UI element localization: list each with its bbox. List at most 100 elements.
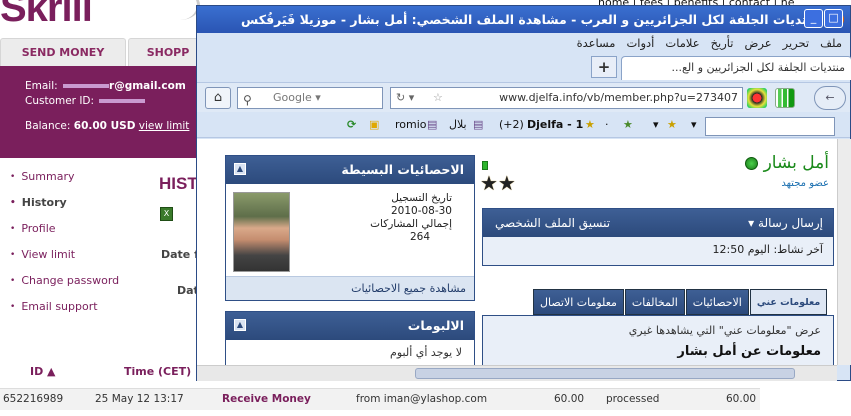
cell-type[interactable]: Receive Money bbox=[222, 389, 311, 410]
bookmark-overflow-count[interactable]: (+2) bbox=[499, 118, 524, 131]
menu-label: Change password bbox=[21, 274, 120, 287]
page-content: الاحصائيات البسيطة ▲ تاريخ التسجيل 2010-… bbox=[197, 139, 837, 365]
save-icon[interactable]: ▣ bbox=[369, 118, 379, 131]
refresh-green-icon[interactable]: ⟳ bbox=[347, 118, 356, 131]
stats-footer-link[interactable]: مشاهدة جميع الاحصائيات bbox=[226, 276, 474, 300]
menu-file[interactable]: ملف bbox=[820, 36, 842, 50]
dropdown-icon[interactable]: ▾ bbox=[653, 118, 659, 131]
vertical-scrollbar[interactable] bbox=[837, 139, 851, 365]
balance-value: 60.00 USD bbox=[73, 120, 136, 132]
url-bar[interactable]: ↻ ▾ ☆ www.djelfa.info/vb/member.php?u=27… bbox=[390, 87, 743, 109]
menu-bookmarks[interactable]: علامات bbox=[665, 36, 699, 50]
bullet-icon: • bbox=[10, 302, 16, 312]
menu-label: Summary bbox=[21, 170, 75, 183]
about-description: عرض "معلومات عني" التي يشاهدها غيري bbox=[628, 324, 821, 337]
contact-card-icon: ▤ bbox=[473, 118, 484, 131]
excel-export-icon[interactable]: X bbox=[160, 207, 173, 221]
table-header: ID ▲ Time (CET) bbox=[0, 365, 200, 383]
menu-help[interactable]: مساعدة bbox=[577, 36, 616, 50]
bullet-icon: • bbox=[10, 250, 16, 260]
home-button[interactable]: ⌂ bbox=[205, 87, 231, 109]
join-date: 2010-08-30 bbox=[390, 205, 452, 217]
addon-icons bbox=[747, 88, 795, 108]
tab-infractions[interactable]: المخالفات bbox=[624, 289, 685, 315]
collapse-icon[interactable]: ▲ bbox=[234, 163, 246, 175]
minimize-button[interactable]: _ bbox=[804, 9, 823, 28]
profile-actions-header: إرسال رسالة ▾ تنسيق الملف الشخصي bbox=[483, 209, 833, 237]
online-status-icon bbox=[744, 156, 758, 170]
bookmark-bilal[interactable]: بلال bbox=[449, 118, 467, 131]
tab-about-me[interactable]: معلومات عني bbox=[749, 289, 828, 315]
bullet-icon: • bbox=[10, 224, 16, 234]
search-engine-name: Google bbox=[273, 91, 312, 104]
about-title: معلومات عن أمل بشار bbox=[677, 344, 821, 359]
stats-info: تاريخ التسجيل 2010-08-30 إجمالي المشاركا… bbox=[370, 192, 452, 244]
menu-view[interactable]: عرض bbox=[744, 36, 771, 50]
profile-name: أمل بشار bbox=[744, 153, 829, 173]
bookmark-romio[interactable]: romio bbox=[395, 118, 427, 131]
star-plus-icon[interactable]: ★ bbox=[623, 118, 633, 131]
scrollbar-thumb[interactable] bbox=[415, 368, 795, 379]
member-title: عضو مجتهد bbox=[781, 178, 829, 189]
stats-panel-header: الاحصائيات البسيطة ▲ bbox=[226, 156, 474, 184]
addon-icon[interactable] bbox=[747, 88, 767, 108]
albums-empty: لا يوجد أي ألبوم bbox=[390, 346, 462, 359]
table-row: 652216989 25 May 12 13:17 Receive Money … bbox=[0, 388, 760, 410]
col-time-header[interactable]: Time (CET) bbox=[124, 365, 191, 378]
email-label: Email: bbox=[25, 80, 58, 92]
bookmarks-toolbar: ⟳ ▣ romio ▤ بلال ▤ (+2) Djelfa - 1 ★ · ★… bbox=[197, 114, 850, 138]
cell-balance: 60.00 bbox=[726, 393, 757, 405]
separator-icon: · bbox=[605, 118, 609, 131]
star-blue-icon[interactable]: ★ bbox=[667, 118, 677, 131]
cell-amount: 60.00 bbox=[554, 393, 585, 405]
logo-arc-decoration bbox=[160, 0, 200, 20]
account-box: Email: r@gmail.com Customer ID: Balance:… bbox=[0, 66, 200, 158]
star-arrow-icon[interactable]: ★ bbox=[585, 118, 595, 131]
signal-icon[interactable] bbox=[775, 88, 795, 108]
bullet-icon: • bbox=[10, 276, 16, 286]
col-id-header[interactable]: ID ▲ bbox=[30, 365, 56, 378]
back-button[interactable]: ← bbox=[814, 86, 846, 110]
tab-current[interactable]: منتديات الجلفة لكل الجزائريين و الع... bbox=[621, 56, 851, 80]
cell-id: 652216989 bbox=[3, 393, 64, 405]
page-title: HIST bbox=[159, 174, 198, 193]
dropdown-icon[interactable]: ▾ bbox=[691, 118, 697, 131]
avatar bbox=[233, 192, 290, 272]
horizontal-scrollbar[interactable] bbox=[197, 365, 837, 381]
search-bar[interactable]: ⚲ Google ▾ bbox=[237, 87, 415, 109]
reload-icon[interactable]: ↻ ▾ bbox=[396, 88, 414, 108]
menu-email-support[interactable]: • Email support bbox=[10, 300, 195, 326]
tab-strip: + منتديات الجلفة لكل الجزائريين و الع... bbox=[197, 56, 851, 80]
menu-history[interactable]: تأريخ bbox=[711, 36, 734, 50]
albums-panel: الالبومات ▲ لا يوجد أي ألبوم bbox=[225, 311, 475, 365]
bookmark-star-icon[interactable]: ☆ bbox=[433, 88, 443, 108]
maximize-button[interactable]: □ bbox=[824, 9, 843, 28]
join-label: تاريخ التسجيل bbox=[391, 192, 452, 204]
tab-statistics[interactable]: الاحصائيات bbox=[685, 289, 749, 315]
main-tabs: SEND MONEY SHOPP bbox=[0, 38, 208, 66]
menu-profile[interactable]: • Profile bbox=[10, 222, 195, 248]
profile-tabs: معلومات عني الاحصائيات المخالفات معلومات… bbox=[532, 289, 828, 315]
stats-panel: الاحصائيات البسيطة ▲ تاريخ التسجيل 2010-… bbox=[225, 155, 475, 301]
tab-contact-info[interactable]: معلومات الاتصال bbox=[533, 289, 624, 315]
bookmark-search-input[interactable] bbox=[705, 117, 835, 136]
firefox-window: منتديات الجلفة لكل الجزائريين و العرب - … bbox=[196, 5, 851, 381]
window-controls: _ □ bbox=[804, 9, 843, 28]
last-activity: آخر نشاط: اليوم 12:50 bbox=[712, 243, 823, 256]
new-tab-button[interactable]: + bbox=[591, 56, 617, 78]
menu-edit[interactable]: تحرير bbox=[783, 36, 810, 50]
cell-time: 25 May 12 13:17 bbox=[95, 393, 184, 405]
redacted-customer-id bbox=[99, 99, 146, 103]
bookmark-djelfa[interactable]: Djelfa - 1 bbox=[527, 118, 583, 131]
profile-format-link[interactable]: تنسيق الملف الشخصي bbox=[495, 209, 610, 237]
navigation-toolbar: ⌂ ⚲ Google ▾ ↻ ▾ ☆ www.djelfa.info/vb/me… bbox=[197, 82, 850, 112]
send-message-button[interactable]: إرسال رسالة ▾ bbox=[748, 209, 823, 237]
albums-title: الالبومات bbox=[407, 318, 464, 333]
tab-send-money[interactable]: SEND MONEY bbox=[0, 38, 126, 66]
window-titlebar[interactable]: منتديات الجلفة لكل الجزائريين و العرب - … bbox=[197, 6, 850, 33]
collapse-icon[interactable]: ▲ bbox=[234, 319, 246, 331]
menu-tools[interactable]: أدوات bbox=[626, 36, 654, 50]
menu-label: History bbox=[21, 196, 67, 209]
view-limit-link[interactable]: view limit bbox=[139, 120, 190, 132]
menu-change-password[interactable]: • Change password bbox=[10, 274, 195, 300]
